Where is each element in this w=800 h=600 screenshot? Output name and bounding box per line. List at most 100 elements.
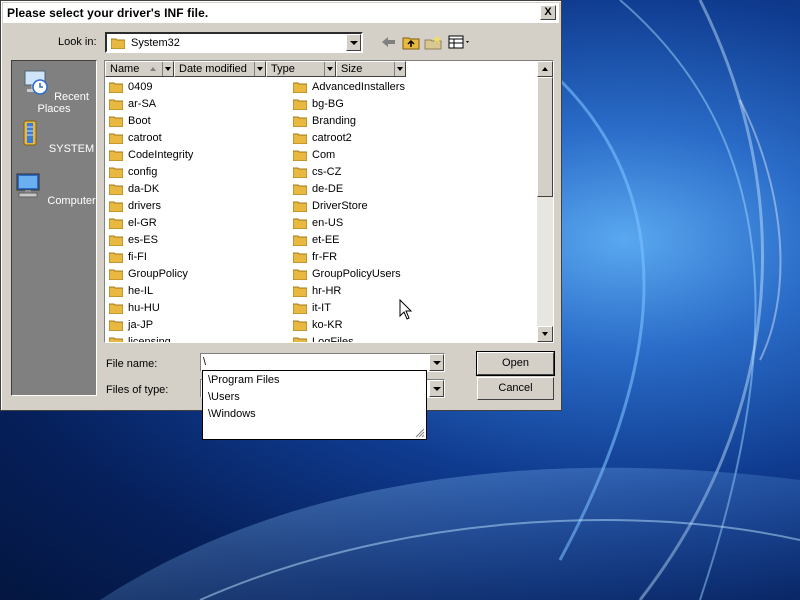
sort-arrow-icon bbox=[150, 67, 156, 71]
folder-icon bbox=[293, 286, 307, 297]
recent-places-icon bbox=[24, 70, 48, 95]
column-header-date[interactable]: Date modified bbox=[174, 61, 266, 77]
list-item[interactable]: de-DE bbox=[293, 180, 343, 197]
chevron-down-icon[interactable] bbox=[429, 354, 444, 371]
folder-icon bbox=[109, 116, 123, 127]
autocomplete-item[interactable]: \Windows bbox=[208, 408, 256, 420]
list-item[interactable]: fi-FI bbox=[109, 248, 147, 265]
list-item[interactable]: el-GR bbox=[109, 214, 157, 231]
scroll-up-button[interactable] bbox=[537, 61, 553, 77]
list-item-label: catroot bbox=[128, 131, 162, 144]
folder-icon bbox=[109, 337, 123, 342]
list-item[interactable]: LogFiles bbox=[293, 333, 354, 343]
list-item[interactable]: et-EE bbox=[293, 231, 340, 248]
list-item-label: es-ES bbox=[128, 233, 158, 246]
list-item[interactable]: ja-JP bbox=[109, 316, 153, 333]
scroll-down-button[interactable] bbox=[537, 326, 553, 342]
list-item-label: fi-FI bbox=[128, 250, 147, 263]
folder-icon bbox=[293, 303, 307, 314]
list-item[interactable]: hr-HR bbox=[293, 282, 341, 299]
list-item[interactable]: da-DK bbox=[109, 180, 159, 197]
list-item[interactable]: drivers bbox=[109, 197, 161, 214]
folder-icon bbox=[109, 252, 123, 263]
back-arrow-icon[interactable] bbox=[380, 34, 398, 50]
close-button[interactable]: X bbox=[540, 5, 556, 20]
list-item-label: Boot bbox=[128, 114, 151, 127]
list-item-label: en-US bbox=[312, 216, 344, 229]
list-item-label: GroupPolicy bbox=[128, 267, 188, 280]
scroll-thumb[interactable] bbox=[537, 77, 553, 197]
folder-icon bbox=[293, 150, 307, 161]
vertical-scrollbar[interactable] bbox=[537, 61, 553, 342]
list-item[interactable]: licensing bbox=[109, 333, 171, 342]
list-item-label: et-EE bbox=[312, 233, 340, 246]
list-item[interactable]: ko-KR bbox=[293, 316, 343, 333]
system-folder-icon bbox=[23, 120, 37, 146]
list-item[interactable]: catroot bbox=[109, 129, 162, 146]
list-item[interactable]: ar-SA bbox=[109, 95, 156, 112]
list-item[interactable]: config bbox=[109, 163, 157, 180]
folder-icon bbox=[293, 269, 307, 280]
folder-icon bbox=[109, 167, 123, 178]
autocomplete-dropdown: \Program Files \Users \Windows bbox=[202, 370, 427, 440]
look-in-combo[interactable]: System32 bbox=[105, 32, 363, 53]
chevron-down-icon[interactable] bbox=[162, 62, 173, 76]
folder-icon bbox=[111, 38, 125, 49]
list-item[interactable]: 0409 bbox=[109, 78, 152, 95]
list-item-label: LogFiles bbox=[312, 335, 354, 343]
list-item-label: catroot2 bbox=[312, 131, 352, 144]
list-item[interactable]: it-IT bbox=[293, 299, 331, 316]
list-item[interactable]: hu-HU bbox=[109, 299, 160, 316]
list-item[interactable]: CodeIntegrity bbox=[109, 146, 193, 163]
list-item-label: da-DK bbox=[128, 182, 160, 195]
place-system[interactable]: SYSTEM bbox=[12, 119, 96, 155]
folder-icon bbox=[293, 82, 307, 93]
list-item[interactable]: GroupPolicy bbox=[109, 265, 188, 282]
autocomplete-item[interactable]: \Program Files bbox=[208, 374, 280, 386]
new-folder-icon[interactable] bbox=[424, 34, 442, 50]
cancel-button[interactable]: Cancel bbox=[477, 377, 554, 400]
list-item[interactable]: catroot2 bbox=[293, 129, 352, 146]
list-item[interactable]: Com bbox=[293, 146, 335, 163]
list-item[interactable]: Branding bbox=[293, 112, 356, 129]
view-menu-icon[interactable] bbox=[448, 34, 472, 50]
list-item-label: 0409 bbox=[128, 80, 153, 93]
list-item[interactable]: fr-FR bbox=[293, 248, 337, 265]
file-name-label: File name: bbox=[106, 358, 158, 370]
list-item-label: DriverStore bbox=[312, 199, 368, 212]
place-recent-places[interactable]: Recent Places bbox=[12, 67, 96, 115]
folder-icon bbox=[293, 235, 307, 246]
autocomplete-item[interactable]: \Users bbox=[208, 391, 240, 403]
open-button[interactable]: Open bbox=[476, 351, 555, 376]
place-computer[interactable]: Computer bbox=[12, 171, 96, 207]
list-item[interactable]: DriverStore bbox=[293, 197, 368, 214]
list-item-label: Com bbox=[312, 148, 336, 161]
folder-icon bbox=[293, 337, 307, 342]
list-item[interactable]: bg-BG bbox=[293, 95, 344, 112]
list-item[interactable]: en-US bbox=[293, 214, 343, 231]
column-header-name[interactable]: Name bbox=[105, 61, 174, 77]
resize-grip-icon[interactable] bbox=[413, 426, 425, 438]
list-item-label: fr-FR bbox=[312, 250, 338, 263]
places-bar: Recent Places SYSTEM Computer bbox=[11, 60, 97, 396]
list-item-label: bg-BG bbox=[312, 97, 344, 110]
list-item[interactable]: es-ES bbox=[109, 231, 158, 248]
up-folder-icon[interactable] bbox=[402, 34, 420, 50]
list-item[interactable]: AdvancedInstallers bbox=[293, 78, 405, 95]
chevron-down-icon[interactable] bbox=[324, 62, 335, 76]
list-item[interactable]: he-IL bbox=[109, 282, 153, 299]
chevron-down-icon[interactable] bbox=[346, 34, 361, 51]
column-header-type[interactable]: Type bbox=[266, 61, 336, 77]
list-item-label: drivers bbox=[128, 199, 162, 212]
file-list[interactable]: Name Date modified Type Size 0409 ar-SA Bo… bbox=[104, 60, 554, 343]
column-header-size[interactable]: Size bbox=[336, 61, 406, 77]
folder-icon bbox=[109, 235, 123, 246]
list-item[interactable]: GroupPolicyUsers bbox=[293, 265, 401, 282]
chevron-down-icon[interactable] bbox=[394, 62, 405, 76]
list-item[interactable]: cs-CZ bbox=[293, 163, 341, 180]
list-item[interactable]: Boot bbox=[109, 112, 151, 129]
place-label: SYSTEM bbox=[48, 143, 95, 155]
chevron-down-icon[interactable] bbox=[254, 62, 265, 76]
place-label: Computer bbox=[47, 195, 96, 207]
chevron-down-icon[interactable] bbox=[429, 380, 444, 397]
